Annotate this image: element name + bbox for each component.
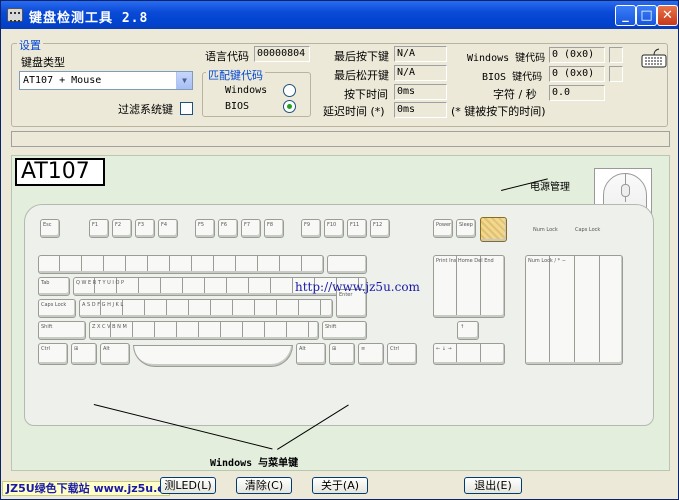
key-f3[interactable]: F3 xyxy=(135,219,155,238)
key-f10[interactable]: F10 xyxy=(324,219,344,238)
key-caps-lock[interactable]: Caps Lock xyxy=(38,299,76,318)
window-title: 键盘检测工具 2.8 xyxy=(29,11,149,26)
about-button[interactable]: 关于(A) xyxy=(312,477,368,494)
keyboard-type-value: AT107 + Mouse xyxy=(23,75,102,86)
site-watermark-logo: JZ5U绿色下载站 www.jz5u.com xyxy=(2,481,183,496)
key-right-shift[interactable]: Shift xyxy=(322,321,367,340)
delay-time-field: 0ms xyxy=(394,102,447,118)
key-tab[interactable]: Tab xyxy=(38,277,70,296)
test-led-button[interactable]: 测LED(L) xyxy=(160,477,216,494)
watermark-url: http://www.jz5u.com xyxy=(295,280,420,294)
key-right-alt[interactable]: Alt xyxy=(296,343,326,365)
key-f7[interactable]: F7 xyxy=(241,219,261,238)
key-backspace[interactable] xyxy=(327,255,367,274)
key-f5[interactable]: F5 xyxy=(195,219,215,238)
key-nav-cluster[interactable]: Print Ins Home Del End xyxy=(433,255,505,318)
last-released-label: 最后松开键 xyxy=(334,69,389,82)
chars-per-second-label: 字符 / 秒 xyxy=(493,88,537,101)
language-code-field: 00000804 xyxy=(254,46,310,62)
key-menu[interactable]: ≡ xyxy=(358,343,384,365)
filter-system-keys-checkbox[interactable] xyxy=(180,102,193,115)
key-f11[interactable]: F11 xyxy=(347,219,367,238)
press-time-field: 0ms xyxy=(394,84,447,100)
key-left-alt[interactable]: Alt xyxy=(100,343,130,365)
key-f1[interactable]: F1 xyxy=(89,219,109,238)
windows-code-field: 0 (0x0) xyxy=(549,47,605,63)
key-left-windows[interactable]: ⊞ xyxy=(71,343,97,365)
key-arrows-bottom[interactable]: ← ↓ → xyxy=(433,343,505,365)
settings-group-label: 设置 xyxy=(17,37,43,53)
key-f8[interactable]: F8 xyxy=(264,219,284,238)
keyboard-type-label: 键盘类型 xyxy=(21,56,65,69)
last-pressed-label: 最后按下键 xyxy=(334,50,389,63)
bios-code-label: BIOS 键代码 xyxy=(482,72,543,83)
maximize-button[interactable]: □ xyxy=(636,5,657,26)
windows-code-extra-field xyxy=(609,47,623,63)
key-f12[interactable]: F12 xyxy=(370,219,390,238)
bios-radio-label: BIOS xyxy=(225,101,250,112)
windows-code-label: Windows 键代码 xyxy=(467,53,546,64)
key-esc[interactable]: Esc xyxy=(40,219,60,238)
windows-radio-label: Windows xyxy=(225,85,268,96)
key-row-numbers[interactable] xyxy=(38,255,324,274)
bios-code-field: 0 (0x0) xyxy=(549,66,605,82)
key-row-asdf[interactable]: A S D F G H J K L xyxy=(79,299,333,318)
key-right-windows[interactable]: ⊞ xyxy=(329,343,355,365)
key-right-ctrl[interactable]: Ctrl xyxy=(387,343,417,365)
windows-radio[interactable] xyxy=(283,84,296,97)
filter-system-keys-label: 过滤系统键 xyxy=(118,103,173,116)
match-code-group-label: 匹配键代码 xyxy=(206,67,265,83)
key-f9[interactable]: F9 xyxy=(301,219,321,238)
key-power[interactable]: Power xyxy=(433,219,453,238)
last-pressed-field: N/A xyxy=(394,46,447,62)
key-left-ctrl[interactable]: Ctrl xyxy=(38,343,68,365)
key-wake[interactable] xyxy=(480,217,507,242)
progress-bar xyxy=(11,131,670,147)
key-arrow-up[interactable]: ↑ xyxy=(457,321,479,340)
key-left-shift[interactable]: Shift xyxy=(38,321,86,340)
key-row-zxcv[interactable]: Z X C V B N M xyxy=(89,321,319,340)
key-f6[interactable]: F6 xyxy=(218,219,238,238)
keyboard-image: AT107 电源管理 Esc F1 F2 F3 F4 F5 F6 F7 F8 F… xyxy=(11,155,670,471)
keyboard-type-select[interactable]: AT107 + Mouse ▼ xyxy=(19,71,193,90)
keyboard-model-label: AT107 xyxy=(15,158,105,186)
key-sleep[interactable]: Sleep xyxy=(456,219,476,238)
press-time-label: 按下时间 xyxy=(344,88,388,101)
windows-menu-keys-label: Windows 与菜单键 xyxy=(210,458,299,469)
key-space[interactable] xyxy=(133,345,293,367)
keyboard-app-icon xyxy=(7,8,23,22)
bios-code-extra-field xyxy=(609,66,623,82)
language-code-label: 语言代码 xyxy=(205,50,249,63)
exit-button[interactable]: 退出(E) xyxy=(464,477,522,494)
indicator-caps-lock: Caps Lock xyxy=(575,227,601,233)
delay-note: (* 键被按下的时间) xyxy=(451,105,546,118)
bios-radio[interactable] xyxy=(283,100,296,113)
delay-time-label: 延迟时间 (*) xyxy=(323,105,385,118)
chars-per-second-field: 0.0 xyxy=(549,85,605,101)
minimize-button[interactable]: _ xyxy=(615,5,636,26)
keyboard-icon xyxy=(641,47,667,71)
indicator-num-lock: Num Lock xyxy=(533,227,558,233)
key-numpad[interactable]: Num Lock / * − xyxy=(525,255,623,365)
key-f2[interactable]: F2 xyxy=(112,219,132,238)
clear-button[interactable]: 清除(C) xyxy=(236,477,292,494)
last-released-field: N/A xyxy=(394,65,447,81)
chevron-down-icon[interactable]: ▼ xyxy=(176,72,192,89)
close-button[interactable]: ✕ xyxy=(657,5,678,26)
keyboard-body: Esc F1 F2 F3 F4 F5 F6 F7 F8 F9 F10 F11 F… xyxy=(24,204,654,426)
title-bar[interactable]: 键盘检测工具 2.8 _ □ ✕ xyxy=(1,1,678,29)
app-window: 键盘检测工具 2.8 _ □ ✕ 设置 键盘类型 AT107 + Mouse ▼… xyxy=(0,0,679,500)
key-f4[interactable]: F4 xyxy=(158,219,178,238)
